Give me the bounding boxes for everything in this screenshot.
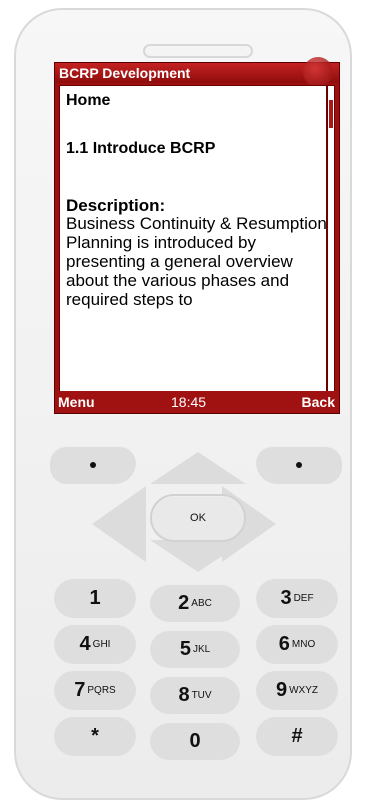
key-5-label: 5 bbox=[179, 637, 191, 660]
content-pane[interactable]: Home 1.1 Introduce BCRP Description: Bus… bbox=[59, 85, 327, 393]
key-0-label: 0 bbox=[189, 729, 201, 752]
key-4[interactable]: 4 GHI bbox=[54, 624, 136, 664]
key-6[interactable]: 6 MNO bbox=[256, 624, 338, 664]
key-9-label: 9 bbox=[275, 678, 288, 701]
key-3-letters: DEF bbox=[293, 592, 314, 604]
key-0[interactable]: 0 bbox=[150, 722, 240, 760]
key-2-letters: ABC bbox=[191, 597, 212, 609]
clock: 18:45 bbox=[171, 394, 207, 410]
key-2-label: 2 bbox=[178, 591, 190, 614]
key-5[interactable]: 5 JKL bbox=[150, 630, 240, 668]
dot-icon bbox=[90, 462, 96, 468]
key-8-label: 8 bbox=[178, 683, 190, 706]
key-9-letters: WXYZ bbox=[289, 684, 318, 696]
dot-icon bbox=[296, 462, 302, 468]
description-label: Description: bbox=[66, 196, 166, 215]
key-7-letters: PQRS bbox=[87, 684, 116, 696]
key-star-label: * bbox=[91, 724, 99, 747]
key-hash-label: # bbox=[291, 724, 303, 747]
softkey-bar: Menu 18:45 Back bbox=[55, 391, 339, 413]
key-2[interactable]: 2 ABC bbox=[150, 584, 240, 622]
key-3-label: 3 bbox=[280, 586, 292, 609]
key-4-label: 4 bbox=[79, 632, 91, 655]
ok-button[interactable]: OK bbox=[150, 494, 246, 542]
key-8-letters: TUV bbox=[191, 689, 212, 701]
phone-screen: BCRP Development Home 1.1 Introduce BCRP… bbox=[54, 57, 340, 414]
globe-icon bbox=[303, 57, 333, 87]
key-6-letters: MNO bbox=[291, 638, 316, 650]
dpad-up-arrow[interactable] bbox=[150, 452, 246, 484]
vertical-scrollbar[interactable] bbox=[327, 85, 335, 393]
scrollbar-thumb[interactable] bbox=[329, 100, 333, 128]
right-softkey-button[interactable] bbox=[256, 446, 342, 484]
key-7[interactable]: 7 PQRS bbox=[54, 670, 136, 710]
dpad-left-arrow[interactable] bbox=[92, 486, 146, 562]
key-1[interactable]: 1 bbox=[54, 578, 136, 618]
key-1-label: 1 bbox=[89, 586, 101, 609]
key-8[interactable]: 8 TUV bbox=[150, 676, 240, 714]
back-softkey[interactable]: Back bbox=[302, 394, 335, 410]
menu-softkey[interactable]: Menu bbox=[58, 394, 95, 410]
speaker-grille bbox=[143, 44, 253, 58]
key-9[interactable]: 9 WXYZ bbox=[256, 670, 338, 710]
home-heading: Home bbox=[66, 92, 111, 109]
description-text: Business Continuity & Resumption Plannin… bbox=[66, 214, 327, 309]
key-4-letters: GHI bbox=[92, 638, 111, 650]
key-6-label: 6 bbox=[278, 632, 290, 655]
key-hash[interactable]: # bbox=[256, 716, 338, 756]
title-bar: BCRP Development bbox=[55, 57, 339, 87]
key-star[interactable]: * bbox=[54, 716, 136, 756]
app-title: BCRP Development bbox=[59, 65, 191, 81]
key-5-letters: JKL bbox=[192, 643, 211, 655]
key-3[interactable]: 3 DEF bbox=[256, 578, 338, 618]
left-softkey-button[interactable] bbox=[50, 446, 136, 484]
section-heading: 1.1 Introduce BCRP bbox=[66, 140, 216, 157]
key-7-label: 7 bbox=[74, 678, 86, 701]
